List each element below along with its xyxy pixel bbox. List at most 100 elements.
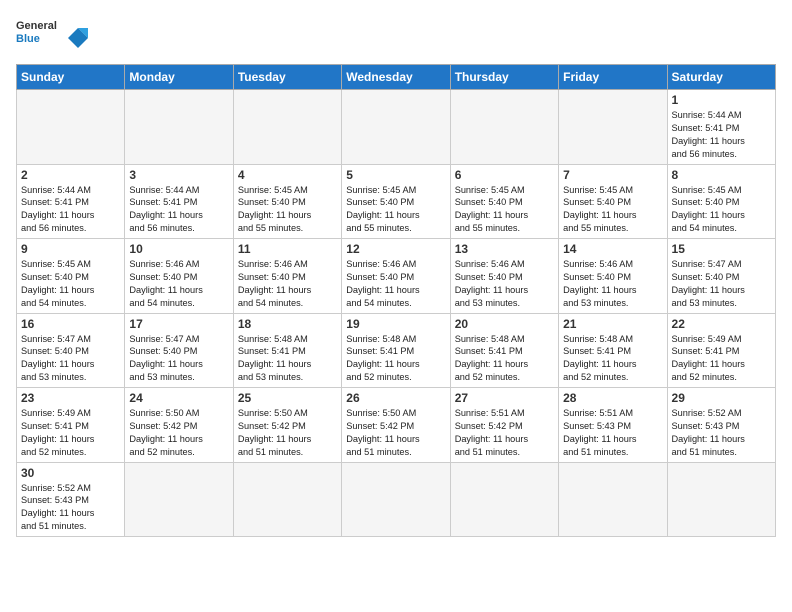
day-info: Sunrise: 5:46 AM Sunset: 5:40 PM Dayligh… — [238, 258, 337, 310]
day-info: Sunrise: 5:48 AM Sunset: 5:41 PM Dayligh… — [563, 333, 662, 385]
day-number: 17 — [129, 317, 228, 331]
calendar-cell: 8 Sunrise: 5:45 AM Sunset: 5:40 PM Daylig… — [667, 164, 775, 239]
calendar-cell: 16 Sunrise: 5:47 AM Sunset: 5:40 PM Dayli… — [17, 313, 125, 388]
day-info: Sunrise: 5:50 AM Sunset: 5:42 PM Dayligh… — [346, 407, 445, 459]
day-number: 25 — [238, 391, 337, 405]
day-info: Sunrise: 5:44 AM Sunset: 5:41 PM Dayligh… — [129, 184, 228, 236]
day-number: 20 — [455, 317, 554, 331]
col-header-saturday: Saturday — [667, 65, 775, 90]
day-info: Sunrise: 5:48 AM Sunset: 5:41 PM Dayligh… — [455, 333, 554, 385]
day-info: Sunrise: 5:47 AM Sunset: 5:40 PM Dayligh… — [129, 333, 228, 385]
calendar-cell: 3 Sunrise: 5:44 AM Sunset: 5:41 PM Daylig… — [125, 164, 233, 239]
day-info: Sunrise: 5:46 AM Sunset: 5:40 PM Dayligh… — [346, 258, 445, 310]
day-number: 21 — [563, 317, 662, 331]
calendar-cell — [559, 90, 667, 165]
day-info: Sunrise: 5:44 AM Sunset: 5:41 PM Dayligh… — [672, 109, 771, 161]
day-number: 8 — [672, 168, 771, 182]
calendar-cell: 19 Sunrise: 5:48 AM Sunset: 5:41 PM Dayli… — [342, 313, 450, 388]
day-info: Sunrise: 5:45 AM Sunset: 5:40 PM Dayligh… — [346, 184, 445, 236]
calendar-cell — [125, 90, 233, 165]
calendar-cell: 15 Sunrise: 5:47 AM Sunset: 5:40 PM Dayli… — [667, 239, 775, 314]
calendar-cell — [233, 90, 341, 165]
calendar-cell: 24Sunrise: 5:50 AM Sunset: 5:42 PM Dayli… — [125, 388, 233, 463]
col-header-sunday: Sunday — [17, 65, 125, 90]
calendar-cell: 2 Sunrise: 5:44 AM Sunset: 5:41 PM Daylig… — [17, 164, 125, 239]
col-header-friday: Friday — [559, 65, 667, 90]
day-number: 10 — [129, 242, 228, 256]
calendar-cell: 17 Sunrise: 5:47 AM Sunset: 5:40 PM Dayli… — [125, 313, 233, 388]
day-number: 7 — [563, 168, 662, 182]
day-info: Sunrise: 5:45 AM Sunset: 5:40 PM Dayligh… — [455, 184, 554, 236]
calendar-cell — [233, 462, 341, 537]
day-number: 28 — [563, 391, 662, 405]
day-info: Sunrise: 5:46 AM Sunset: 5:40 PM Dayligh… — [129, 258, 228, 310]
day-info: Sunrise: 5:44 AM Sunset: 5:41 PM Dayligh… — [21, 184, 120, 236]
day-info: Sunrise: 5:49 AM Sunset: 5:41 PM Dayligh… — [672, 333, 771, 385]
calendar-cell: 9Sunrise: 5:45 AM Sunset: 5:40 PM Daylig… — [17, 239, 125, 314]
calendar-cell: 5 Sunrise: 5:45 AM Sunset: 5:40 PM Daylig… — [342, 164, 450, 239]
calendar-cell: 10 Sunrise: 5:46 AM Sunset: 5:40 PM Dayli… — [125, 239, 233, 314]
calendar-cell: 11 Sunrise: 5:46 AM Sunset: 5:40 PM Dayli… — [233, 239, 341, 314]
day-number: 9 — [21, 242, 120, 256]
day-info: Sunrise: 5:45 AM Sunset: 5:40 PM Dayligh… — [238, 184, 337, 236]
day-info: Sunrise: 5:48 AM Sunset: 5:41 PM Dayligh… — [346, 333, 445, 385]
calendar-cell: 12 Sunrise: 5:46 AM Sunset: 5:40 PM Dayli… — [342, 239, 450, 314]
col-header-tuesday: Tuesday — [233, 65, 341, 90]
calendar-cell: 22Sunrise: 5:49 AM Sunset: 5:41 PM Dayli… — [667, 313, 775, 388]
day-number: 16 — [21, 317, 120, 331]
calendar-cell: 26 Sunrise: 5:50 AM Sunset: 5:42 PM Dayli… — [342, 388, 450, 463]
calendar-cell: 29 Sunrise: 5:52 AM Sunset: 5:43 PM Dayli… — [667, 388, 775, 463]
day-info: Sunrise: 5:50 AM Sunset: 5:42 PM Dayligh… — [238, 407, 337, 459]
day-number: 12 — [346, 242, 445, 256]
day-info: Sunrise: 5:51 AM Sunset: 5:43 PM Dayligh… — [563, 407, 662, 459]
logo: General Blue — [16, 20, 92, 56]
day-number: 14 — [563, 242, 662, 256]
day-number: 30 — [21, 466, 120, 480]
day-number: 29 — [672, 391, 771, 405]
calendar-cell: 13Sunrise: 5:46 AM Sunset: 5:40 PM Dayli… — [450, 239, 558, 314]
calendar-cell — [559, 462, 667, 537]
day-number: 5 — [346, 168, 445, 182]
calendar-cell — [667, 462, 775, 537]
day-info: Sunrise: 5:47 AM Sunset: 5:40 PM Dayligh… — [672, 258, 771, 310]
day-info: Sunrise: 5:52 AM Sunset: 5:43 PM Dayligh… — [21, 482, 120, 534]
day-info: Sunrise: 5:52 AM Sunset: 5:43 PM Dayligh… — [672, 407, 771, 459]
calendar-cell — [342, 462, 450, 537]
calendar-cell: 1 Sunrise: 5:44 AM Sunset: 5:41 PM Daylig… — [667, 90, 775, 165]
calendar-cell: 14 Sunrise: 5:46 AM Sunset: 5:40 PM Dayli… — [559, 239, 667, 314]
calendar-cell: 6Sunrise: 5:45 AM Sunset: 5:40 PM Daylig… — [450, 164, 558, 239]
col-header-monday: Monday — [125, 65, 233, 90]
calendar-cell: 30 Sunrise: 5:52 AM Sunset: 5:43 PM Dayli… — [17, 462, 125, 537]
calendar-cell — [342, 90, 450, 165]
calendar-cell: 7 Sunrise: 5:45 AM Sunset: 5:40 PM Daylig… — [559, 164, 667, 239]
day-info: Sunrise: 5:51 AM Sunset: 5:42 PM Dayligh… — [455, 407, 554, 459]
day-number: 23 — [21, 391, 120, 405]
calendar-cell: 18Sunrise: 5:48 AM Sunset: 5:41 PM Dayli… — [233, 313, 341, 388]
calendar-cell: 28 Sunrise: 5:51 AM Sunset: 5:43 PM Dayli… — [559, 388, 667, 463]
day-number: 1 — [672, 93, 771, 107]
day-number: 4 — [238, 168, 337, 182]
day-number: 18 — [238, 317, 337, 331]
day-number: 19 — [346, 317, 445, 331]
calendar-cell: 4 Sunrise: 5:45 AM Sunset: 5:40 PM Daylig… — [233, 164, 341, 239]
calendar-cell: 23 Sunrise: 5:49 AM Sunset: 5:41 PM Dayli… — [17, 388, 125, 463]
day-info: Sunrise: 5:46 AM Sunset: 5:40 PM Dayligh… — [455, 258, 554, 310]
day-info: Sunrise: 5:46 AM Sunset: 5:40 PM Dayligh… — [563, 258, 662, 310]
calendar-cell: 20 Sunrise: 5:48 AM Sunset: 5:41 PM Dayli… — [450, 313, 558, 388]
calendar-cell — [450, 90, 558, 165]
calendar-cell — [125, 462, 233, 537]
day-number: 15 — [672, 242, 771, 256]
calendar-cell: 25 Sunrise: 5:50 AM Sunset: 5:42 PM Dayli… — [233, 388, 341, 463]
col-header-wednesday: Wednesday — [342, 65, 450, 90]
day-number: 2 — [21, 168, 120, 182]
day-info: Sunrise: 5:47 AM Sunset: 5:40 PM Dayligh… — [21, 333, 120, 385]
day-number: 11 — [238, 242, 337, 256]
col-header-thursday: Thursday — [450, 65, 558, 90]
day-number: 27 — [455, 391, 554, 405]
day-info: Sunrise: 5:49 AM Sunset: 5:41 PM Dayligh… — [21, 407, 120, 459]
day-info: Sunrise: 5:45 AM Sunset: 5:40 PM Dayligh… — [563, 184, 662, 236]
day-info: Sunrise: 5:45 AM Sunset: 5:40 PM Dayligh… — [672, 184, 771, 236]
calendar-table: SundayMondayTuesdayWednesdayThursdayFrid… — [16, 64, 776, 537]
day-number: 3 — [129, 168, 228, 182]
day-number: 26 — [346, 391, 445, 405]
